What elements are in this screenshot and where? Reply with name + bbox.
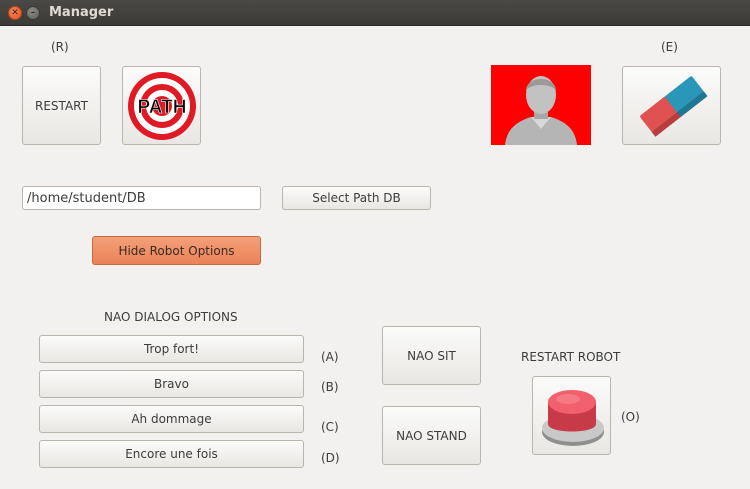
user-avatar-icon — [505, 76, 577, 145]
close-window-button[interactable]: ✕ — [8, 6, 22, 20]
minimize-icon: – — [30, 8, 36, 18]
target-icon: PATH — [127, 71, 196, 140]
restart-robot-button[interactable] — [532, 376, 611, 455]
nao-sit-label: NAO SIT — [407, 348, 456, 363]
nao-stand-button[interactable]: NAO STAND — [382, 406, 481, 465]
dialog-options-heading: NAO DIALOG OPTIONS — [104, 310, 238, 324]
db-path-input[interactable]: /home/student/DB — [22, 186, 261, 210]
red-push-button-icon — [541, 389, 604, 446]
dialog-option-label: Trop fort! — [143, 342, 200, 356]
shortcut-o-label: (O) — [621, 410, 640, 424]
hide-robot-options-button[interactable]: Hide Robot Options — [92, 236, 261, 265]
dialog-option-label: Ah dommage — [131, 412, 212, 426]
select-path-db-label: Select Path DB — [312, 191, 401, 205]
window-title: Manager — [49, 5, 114, 20]
path-icon-text: PATH — [137, 97, 186, 118]
dialog-option-ah-dommage[interactable]: Ah dommage — [39, 405, 304, 433]
eraser-button[interactable] — [622, 66, 721, 145]
eraser-icon — [639, 75, 707, 137]
restart-robot-label: RESTART ROBOT — [521, 350, 621, 364]
minimize-window-button[interactable]: – — [26, 6, 40, 20]
hide-robot-options-label: Hide Robot Options — [118, 243, 235, 258]
shortcut-c-label: (C) — [321, 420, 339, 434]
user-avatar-image — [491, 65, 591, 145]
select-path-db-button[interactable]: Select Path DB — [282, 186, 431, 210]
db-path-value: /home/student/DB — [27, 190, 146, 206]
shortcut-d-label: (D) — [321, 451, 340, 465]
dialog-option-label: Encore une fois — [125, 447, 218, 461]
restart-button-label: RESTART — [35, 98, 88, 113]
eraser-shortcut-label: (E) — [661, 40, 678, 54]
dialog-option-encore-une-fois[interactable]: Encore une fois — [39, 440, 304, 468]
restart-button[interactable]: RESTART — [22, 66, 101, 145]
title-bar: ✕ – Manager — [0, 0, 750, 26]
shortcut-b-label: (B) — [321, 380, 339, 394]
dialog-option-trop-fort[interactable]: Trop fort! — [39, 335, 304, 363]
path-button[interactable]: PATH — [122, 66, 201, 145]
close-icon: ✕ — [11, 8, 19, 18]
dialog-option-bravo[interactable]: Bravo — [39, 370, 304, 398]
nao-sit-button[interactable]: NAO SIT — [382, 326, 481, 385]
dialog-option-label: Bravo — [154, 377, 189, 391]
shortcut-a-label: (A) — [321, 350, 339, 364]
nao-stand-label: NAO STAND — [396, 428, 467, 443]
restart-shortcut-label: (R) — [51, 40, 69, 54]
